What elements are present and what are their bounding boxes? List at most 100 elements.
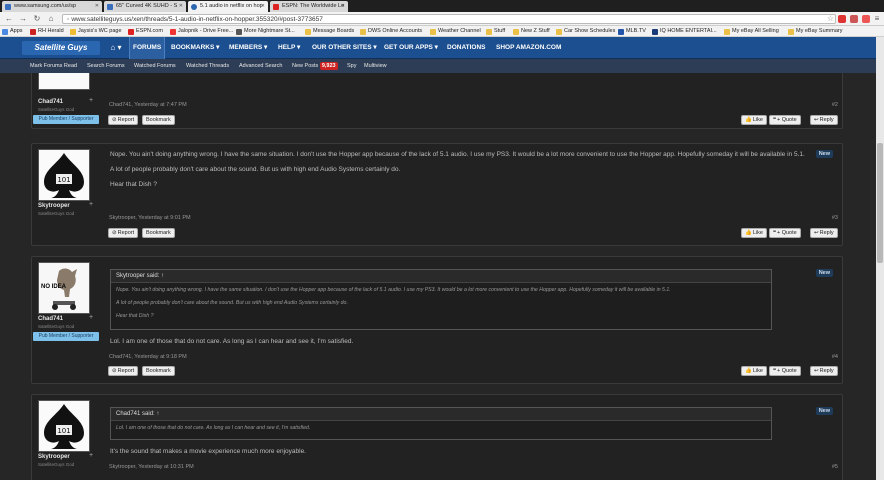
bookmark-item[interactable]: Stuff <box>486 27 505 36</box>
bookmark-item[interactable]: Apps <box>2 27 23 36</box>
bookmark-item[interactable]: My eBay All Selling <box>724 27 779 36</box>
post-number[interactable]: #2 <box>832 102 838 108</box>
like-button[interactable]: 👍Like <box>741 115 767 125</box>
folder-icon <box>360 29 366 35</box>
nav-bookmarks[interactable]: BOOKMARKS ▾ <box>168 37 222 59</box>
home-icon[interactable]: ⌂ <box>46 14 56 24</box>
avatar[interactable]: 101 <box>38 149 90 201</box>
bookmark-item[interactable]: RH Herald <box>30 27 64 36</box>
reload-icon[interactable]: ↻ <box>32 14 42 24</box>
quote-attribution[interactable]: Skytrooper said: ↑ <box>111 270 771 283</box>
avatar[interactable]: NO IDEA <box>38 262 90 314</box>
bookmark-item[interactable]: MLB.TV <box>618 27 646 36</box>
bookmark-item[interactable]: Jalopnik - Drive Free... <box>170 27 233 36</box>
post-number[interactable]: #4 <box>832 354 838 360</box>
post-meta[interactable]: Skytrooper, Yesterday at 9:01 PM <box>109 215 191 221</box>
spade-avatar-icon: 101 <box>44 153 84 198</box>
star-icon[interactable]: ☆ <box>827 14 834 23</box>
link-mark-forums-read[interactable]: Mark Forums Read <box>30 59 77 73</box>
quote-block: Chad741 said: ↑ Lol. I am one of those t… <box>110 407 772 440</box>
link-watched-forums[interactable]: Watched Forums <box>134 59 176 73</box>
reply-button[interactable]: ↩Reply <box>810 115 838 125</box>
bookmark-button[interactable]: Bookmark <box>142 115 175 125</box>
bookmark-item[interactable]: New Z Stuff <box>513 27 550 36</box>
quote-button[interactable]: ❝+ Quote <box>769 366 801 376</box>
report-button[interactable]: ⊘Report <box>108 366 139 376</box>
close-icon[interactable]: ✕ <box>179 3 183 9</box>
quote-line: A lot of people probably don't care abou… <box>116 300 348 306</box>
back-icon[interactable]: ← <box>4 14 14 24</box>
close-icon[interactable]: ✕ <box>95 3 99 9</box>
page-scrollbar[interactable] <box>876 37 884 480</box>
follow-plus-icon[interactable]: + <box>89 97 93 104</box>
bookmark-item[interactable]: ESPN.com <box>128 27 163 36</box>
post-username[interactable]: Skytrooper <box>38 203 70 209</box>
bookmark-item[interactable]: Weather Channel <box>430 27 481 36</box>
link-multiview[interactable]: Multiview <box>364 59 387 73</box>
link-advanced-search[interactable]: Advanced Search <box>239 59 282 73</box>
bookmark-item[interactable]: More Nightmare St... <box>236 27 295 36</box>
post-username[interactable]: Chad741 <box>38 99 63 105</box>
menu-icon[interactable]: ≡ <box>872 14 882 24</box>
quote-button[interactable]: ❝+ Quote <box>769 115 801 125</box>
bookmark-item[interactable]: Car Show Schedules <box>556 27 615 36</box>
link-search-forums[interactable]: Search Forums <box>87 59 125 73</box>
report-button[interactable]: ⊘Report <box>108 228 139 238</box>
link-watched-threads[interactable]: Watched Threads <box>186 59 229 73</box>
forward-icon[interactable]: → <box>18 14 28 24</box>
like-button[interactable]: 👍Like <box>741 228 767 238</box>
nav-shop-amazon[interactable]: SHOP AMAZON.COM <box>493 37 564 59</box>
report-button[interactable]: ⊘Report <box>108 115 139 125</box>
link-new-posts[interactable]: New Posts 9,923 <box>292 59 338 73</box>
post-meta[interactable]: Chad741, Yesterday at 7:47 PM <box>109 102 187 108</box>
bookmark-button[interactable]: Bookmark <box>142 228 175 238</box>
follow-plus-icon[interactable]: + <box>89 452 93 459</box>
quote-button[interactable]: ❝+ Quote <box>769 228 801 238</box>
extension-icon[interactable] <box>850 15 858 23</box>
bookmark-icon <box>652 29 658 35</box>
avatar[interactable]: 101 <box>38 400 90 452</box>
browser-tab-active[interactable]: 5.1 audio in netflix on hop ✕ <box>188 1 268 12</box>
quote-attribution[interactable]: Chad741 said: ↑ <box>111 408 771 421</box>
post-username[interactable]: Chad741 <box>38 316 63 322</box>
nav-get-apps[interactable]: GET OUR APPS ▾ <box>381 37 441 59</box>
bookmark-item[interactable]: DWS Online Accounts <box>360 27 422 36</box>
reply-button[interactable]: ↩Reply <box>810 366 838 376</box>
bookmark-item[interactable]: Message Boards <box>305 27 354 36</box>
nav-members[interactable]: MEMBERS ▾ <box>226 37 270 59</box>
nav-help[interactable]: HELP ▾ <box>275 37 303 59</box>
browser-tab[interactable]: ESPN: The Worldwide Le ✕ <box>270 1 348 12</box>
apps-icon <box>2 29 8 35</box>
site-logo[interactable]: Satellite Guys <box>22 41 100 55</box>
window-controls[interactable] <box>824 0 884 12</box>
bookmark-item[interactable]: Jaysis's WC page <box>70 27 122 36</box>
bookmark-item[interactable]: My eBay Summary <box>788 27 842 36</box>
link-spy[interactable]: Spy <box>347 59 356 73</box>
post-meta[interactable]: Skytrooper, Yesterday at 10:31 PM <box>109 464 194 470</box>
post-username[interactable]: Skytrooper <box>38 454 70 460</box>
browser-tab[interactable]: 65" Curved 4K SUHD - S ✕ <box>104 1 186 12</box>
folder-icon <box>486 29 492 35</box>
url-input[interactable]: ▫ www.satelliteguys.us/xen/threads/5-1-au… <box>62 14 836 24</box>
close-icon[interactable]: ✕ <box>341 3 345 9</box>
nav-forums[interactable]: FORUMS <box>129 37 166 59</box>
post-meta[interactable]: Chad741, Yesterday at 9:18 PM <box>109 354 187 360</box>
post-number[interactable]: #5 <box>832 464 838 470</box>
follow-plus-icon[interactable]: + <box>89 314 93 321</box>
bookmark-button[interactable]: Bookmark <box>142 366 175 376</box>
home-nav-icon[interactable]: ⌂ ▾ <box>105 42 127 54</box>
nav-donations[interactable]: DONATIONS <box>444 37 489 59</box>
follow-plus-icon[interactable]: + <box>89 201 93 208</box>
scrollbar-thumb[interactable] <box>877 143 883 263</box>
reply-button[interactable]: ↩Reply <box>810 228 838 238</box>
nav-other-sites[interactable]: OUR OTHER SITES ▾ <box>309 37 380 59</box>
extension-icon[interactable] <box>862 15 870 23</box>
post-number[interactable]: #3 <box>832 215 838 221</box>
bookmark-item[interactable]: IQ HOME ENTERTAI... <box>652 27 717 36</box>
thread-content: Chad741 + SatelliteGuys God Pub Member /… <box>0 73 876 480</box>
avatar[interactable] <box>38 73 90 90</box>
extension-icon[interactable] <box>838 15 846 23</box>
browser-tab[interactable]: www.samsung.com/us/sp ✕ <box>2 1 102 12</box>
like-button[interactable]: 👍Like <box>741 366 767 376</box>
close-icon[interactable]: ✕ <box>261 3 265 9</box>
